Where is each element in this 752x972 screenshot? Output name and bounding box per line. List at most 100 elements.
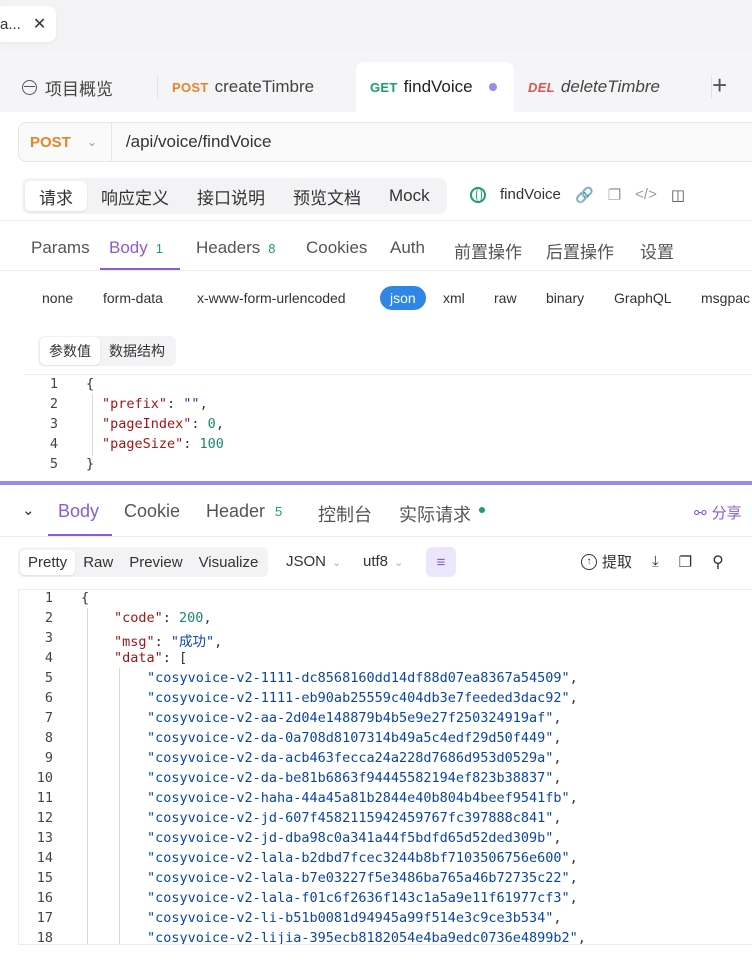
method-select[interactable]: POST [30, 134, 71, 151]
format-tabs: Pretty Raw Preview Visualize [18, 547, 269, 577]
download-icon[interactable]: ⤓ [652, 553, 659, 570]
tab-find-voice[interactable]: GET findVoice [356, 62, 514, 112]
code-line: } [86, 456, 95, 472]
tab-response-body[interactable]: Body [58, 501, 99, 522]
method-badge: POST [172, 79, 209, 95]
response-body-viewer[interactable]: 1 {2 "code": 200, 3 "msg": "成功", 4 "data": [5 "… [18, 589, 752, 945]
response-actions: ↑ 提取 ⤓ ❐ ⚲ [581, 551, 724, 572]
copy-icon[interactable]: ❐ [608, 186, 621, 204]
indent-guide [119, 668, 120, 944]
code-line: "cosyvoice-v2-da-be81b6863f94445582194ef… [147, 770, 562, 786]
body-view-tabs: 参数值 数据结构 [38, 336, 176, 366]
line-number: 1 [49, 376, 58, 392]
method-badge: DEL [528, 79, 555, 95]
param-tabs: Params Body 1 Headers 8 Cookies Auth 前置操作 … [0, 230, 752, 270]
share-button[interactable]: ⚯ 分享 [694, 502, 742, 523]
code-line: "cosyvoice-v2-aa-2d04e148879b4b5e9e27f25… [147, 710, 562, 726]
subtab-response-definition[interactable]: 响应定义 [87, 181, 183, 211]
tab-label: createTimbre [214, 77, 315, 96]
body-type-form-data[interactable]: form-data [103, 290, 163, 306]
body-type-xml[interactable]: xml [443, 290, 465, 306]
body-type-binary[interactable]: binary [546, 290, 584, 306]
code-icon[interactable]: </> [635, 186, 657, 204]
link-icon[interactable]: 🔗 [575, 186, 594, 204]
request-subtabs: 请求 响应定义 接口说明 预览文档 Mock [22, 178, 447, 214]
tab-project-overview[interactable]: 项目概览 [22, 62, 158, 112]
tab-auth[interactable]: Auth [390, 238, 425, 258]
code-line: "cosyvoice-v2-da-acb463fecca24a228d7686d… [147, 750, 562, 766]
url-input[interactable]: /api/voice/findVoice [126, 132, 272, 152]
tab-label: findVoice [403, 77, 473, 96]
tab-console[interactable]: 控制台 [318, 501, 372, 527]
add-tab-button[interactable]: + [712, 70, 727, 101]
body-type-urlencoded[interactable]: x-www-form-urlencoded [197, 290, 346, 306]
tab-settings[interactable]: 设置 [640, 238, 674, 263]
line-number: 4 [44, 650, 53, 666]
code-line: "code": 200, [114, 610, 212, 626]
format-raw[interactable]: Raw [75, 550, 121, 575]
api-tab-bar: 项目概览 POST createTimbre GET findVoice DEL… [0, 60, 752, 112]
extract-button[interactable]: ↑ 提取 [581, 551, 632, 572]
tab-delete-timbre[interactable]: DEL deleteTimbre [528, 62, 712, 112]
line-number: 1 [44, 590, 53, 606]
status-dot-icon [479, 507, 485, 513]
search-icon[interactable]: ⚲ [712, 552, 724, 572]
endpoint-name: findVoice [470, 186, 561, 203]
body-type-msgpack[interactable]: msgpac [701, 290, 750, 306]
tab-params[interactable]: Params [31, 238, 90, 258]
indent-guide [92, 394, 93, 456]
line-number: 5 [44, 670, 53, 686]
tab-body[interactable]: Body 1 [109, 238, 163, 258]
code-line: "prefix": "", [102, 396, 208, 412]
subtab-request[interactable]: 请求 [25, 181, 87, 211]
body-type-json[interactable]: json [380, 286, 426, 310]
subtab-api-description[interactable]: 接口说明 [183, 181, 279, 211]
window-tab[interactable]: a... ✕ [0, 6, 56, 42]
tab-response-header[interactable]: Header 5 [206, 501, 282, 522]
count-badge: 5 [275, 504, 283, 519]
content-type-select[interactable]: JSON ⌄ [286, 553, 341, 570]
tab-post-actions[interactable]: 后置操作 [546, 238, 614, 263]
code-line: "cosyvoice-v2-jd-607f4582115942459767fc3… [147, 810, 562, 826]
url-divider [110, 122, 112, 162]
collapse-chevron-icon[interactable]: ⌄ [22, 501, 35, 519]
code-line: "cosyvoice-v2-lala-f01c6f2636f143c1a5a9e… [147, 890, 578, 906]
encoding-select[interactable]: utf8 ⌄ [363, 553, 403, 570]
body-type-selector: none form-data x-www-form-urlencoded jso… [0, 286, 752, 314]
code-line: "cosyvoice-v2-1111-dc8568160dd14df88d07e… [147, 670, 578, 686]
format-pretty[interactable]: Pretty [20, 549, 76, 575]
body-type-none[interactable]: none [42, 290, 73, 306]
body-type-graphql[interactable]: GraphQL [614, 290, 672, 306]
share-label: 分享 [711, 505, 742, 522]
code-line: "cosyvoice-v2-li-b51b0081d94945a99f514e3… [147, 910, 562, 926]
tab-response-cookie[interactable]: Cookie [124, 501, 180, 522]
line-number: 2 [44, 610, 53, 626]
code-line: "cosyvoice-v2-lala-b7e03227f5e3486ba765a… [147, 870, 578, 886]
body-type-raw[interactable]: raw [494, 290, 517, 306]
subtab-mock[interactable]: Mock [375, 181, 444, 211]
line-number: 11 [36, 790, 53, 806]
copy-icon[interactable]: ❐ [679, 553, 692, 571]
tab-param-values[interactable]: 参数值 [40, 337, 100, 365]
tab-cookies[interactable]: Cookies [306, 238, 367, 258]
panel-toggle-icon[interactable]: ◫ [671, 186, 685, 204]
format-preview[interactable]: Preview [121, 550, 190, 575]
tab-create-timbre[interactable]: POST createTimbre [172, 62, 354, 112]
format-visualize[interactable]: Visualize [191, 550, 267, 575]
wrap-lines-icon[interactable]: ≡ [426, 547, 456, 577]
code-line: "cosyvoice-v2-haha-44a45a81b2844e40b804b… [147, 790, 578, 806]
tab-headers[interactable]: Headers 8 [196, 238, 276, 258]
tab-label: 项目概览 [45, 79, 113, 99]
tab-actual-request[interactable]: 实际请求 [399, 501, 485, 527]
count-badge: 8 [268, 240, 276, 256]
tab-pre-actions[interactable]: 前置操作 [454, 238, 522, 263]
tab-data-structure[interactable]: 数据结构 [100, 337, 174, 365]
line-number: 9 [44, 750, 53, 766]
close-icon[interactable]: ✕ [33, 14, 46, 34]
line-number: 14 [36, 850, 53, 866]
code-line: "cosyvoice-v2-lala-b2dbd7fcec3244b8bf710… [147, 850, 578, 866]
divider [0, 536, 752, 537]
subtab-preview-doc[interactable]: 预览文档 [279, 181, 375, 211]
code-line: { [86, 376, 95, 392]
chevron-down-icon[interactable]: ⌄ [87, 135, 97, 149]
